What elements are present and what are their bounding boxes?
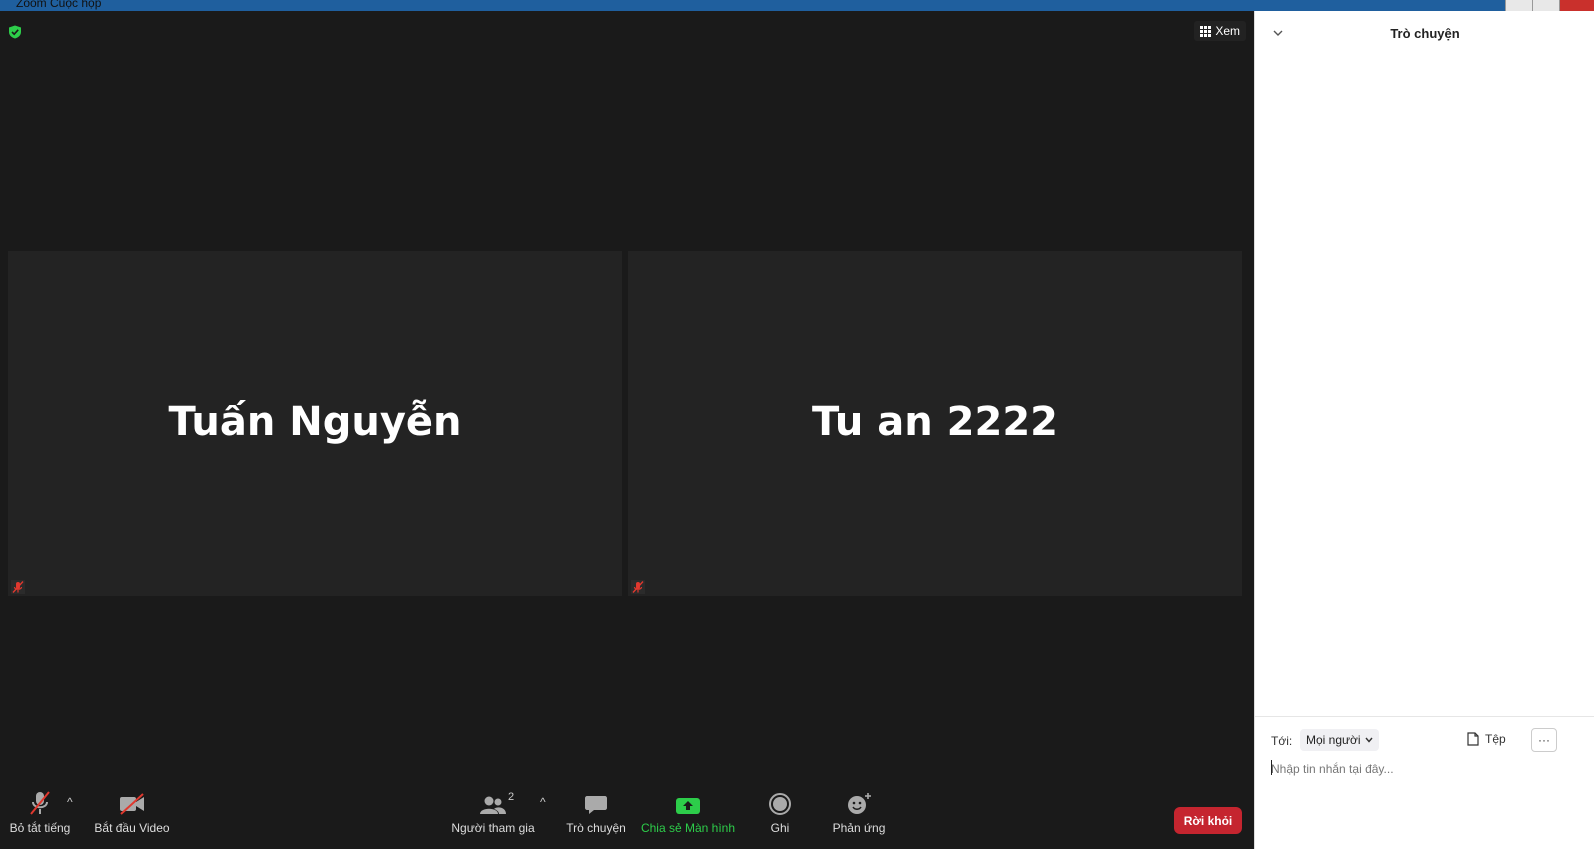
chat-panel: Trò chuyện Tới: Mọi người Tệp ··· bbox=[1254, 11, 1594, 849]
reactions-icon bbox=[848, 793, 871, 814]
window-controls bbox=[1505, 0, 1594, 11]
file-label: Tệp bbox=[1485, 732, 1506, 746]
recipient-select[interactable]: Mọi người bbox=[1300, 729, 1379, 751]
chat-message-input[interactable] bbox=[1271, 758, 1571, 780]
share-screen-icon bbox=[676, 798, 700, 814]
chat-label: Trò chuyện bbox=[566, 821, 626, 835]
chevron-down-icon bbox=[1365, 737, 1373, 743]
video-off-icon bbox=[120, 793, 144, 815]
maximize-button[interactable] bbox=[1532, 0, 1559, 11]
view-button[interactable]: Xem bbox=[1194, 21, 1246, 41]
participants-button[interactable]: Người tham gia bbox=[451, 786, 535, 835]
participant-name: Tuấn Nguyễn bbox=[168, 399, 462, 445]
participants-icon bbox=[480, 796, 506, 814]
to-label: Tới: bbox=[1271, 734, 1293, 748]
mic-muted-icon bbox=[11, 580, 25, 594]
mic-off-icon bbox=[30, 791, 50, 815]
share-screen-button[interactable]: Chia sẻ Màn hình bbox=[641, 786, 735, 835]
unmute-button[interactable]: Bỏ tắt tiếng bbox=[8, 786, 72, 835]
grid-icon bbox=[1200, 25, 1212, 37]
view-label: Xem bbox=[1215, 24, 1240, 38]
reactions-button[interactable]: Phản ứng bbox=[831, 786, 887, 835]
unmute-label: Bỏ tắt tiếng bbox=[9, 821, 71, 835]
participants-label: Người tham gia bbox=[451, 821, 535, 835]
chat-icon bbox=[585, 796, 607, 814]
window-titlebar: Zoom Cuộc họp bbox=[0, 0, 1594, 11]
chat-header: Trò chuyện bbox=[1255, 11, 1594, 55]
participant-name: Tu an 2222 bbox=[811, 399, 1058, 445]
reactions-label: Phản ứng bbox=[832, 821, 886, 835]
participants-options-caret[interactable]: ^ bbox=[540, 795, 546, 809]
more-options-button[interactable]: ··· bbox=[1531, 728, 1557, 752]
text-cursor bbox=[1271, 760, 1272, 775]
chat-button[interactable]: Trò chuyện bbox=[564, 786, 628, 835]
window-title: Zoom Cuộc họp bbox=[16, 0, 102, 10]
meeting-toolbar: Bỏ tắt tiếng ^ Bắt đầu Video Người tham … bbox=[0, 786, 1254, 849]
video-tile[interactable]: Tu an 2222 bbox=[628, 251, 1242, 596]
start-video-label: Bắt đầu Video bbox=[94, 821, 170, 835]
record-icon bbox=[769, 793, 791, 815]
chat-divider bbox=[1255, 716, 1594, 717]
close-button[interactable] bbox=[1559, 0, 1594, 11]
video-tile[interactable]: Tuấn Nguyễn bbox=[8, 251, 622, 596]
file-icon bbox=[1467, 732, 1479, 746]
leave-button[interactable]: Rời khỏi bbox=[1174, 807, 1242, 834]
record-label: Ghi bbox=[770, 821, 790, 835]
chat-recipient-row: Tới: Mọi người Tệp ··· bbox=[1255, 728, 1594, 752]
participants-count: 2 bbox=[508, 791, 515, 803]
start-video-button[interactable]: Bắt đầu Video bbox=[94, 786, 170, 835]
file-button[interactable]: Tệp bbox=[1467, 732, 1506, 746]
chat-title: Trò chuyện bbox=[1390, 26, 1460, 41]
audio-options-caret[interactable]: ^ bbox=[67, 795, 73, 809]
shield-icon[interactable] bbox=[8, 25, 22, 39]
meeting-view: Xem Tuấn Nguyễn Tu an 2222 Bỏ tắt tiếng … bbox=[0, 11, 1254, 849]
recipient-value: Mọi người bbox=[1306, 733, 1361, 747]
record-button[interactable]: Ghi bbox=[765, 786, 795, 835]
minimize-button[interactable] bbox=[1505, 0, 1532, 11]
mic-muted-icon bbox=[631, 580, 645, 594]
share-screen-label: Chia sẻ Màn hình bbox=[640, 821, 736, 835]
